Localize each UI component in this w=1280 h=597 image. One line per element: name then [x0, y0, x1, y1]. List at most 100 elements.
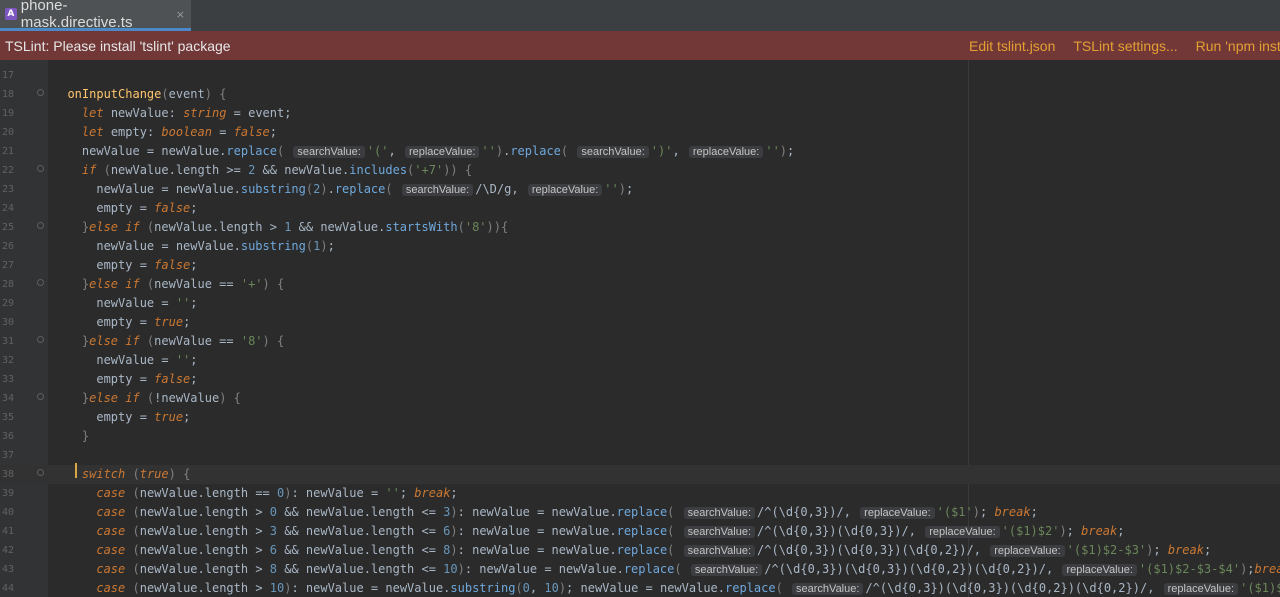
code-token: replace — [616, 505, 668, 519]
code-token: /^(\d{0,3})/ — [757, 505, 844, 519]
code-token: ; — [183, 315, 191, 329]
code-line[interactable]: 19 let newValue: string = event; — [0, 104, 1280, 123]
code-line[interactable]: 17 — [0, 66, 1280, 85]
code-token: ; — [1153, 543, 1168, 557]
code-text: empty = false; — [53, 370, 197, 389]
code-token: newValue.length > — [139, 581, 270, 595]
code-line[interactable]: 24 empty = false; — [0, 199, 1280, 218]
code-token: , — [1046, 562, 1061, 576]
code-line[interactable]: 27 empty = false; — [0, 256, 1280, 275]
code-token: empty = — [53, 258, 155, 272]
code-line[interactable]: 41 case (newValue.length > 3 && newValue… — [0, 522, 1280, 541]
code-token: ; — [625, 182, 634, 196]
line-number: 18 — [1, 89, 14, 100]
fold-marker-icon[interactable] — [37, 89, 44, 96]
code-token: ; — [1203, 543, 1212, 557]
code-token: false — [233, 125, 270, 139]
code-line[interactable]: 30 empty = true; — [0, 313, 1280, 332]
editor-tab-bar: A phone-mask.directive.ts × — [0, 0, 1280, 32]
code-line[interactable]: 23 newValue = newValue.substring(2).repl… — [0, 180, 1280, 199]
code-line[interactable]: 36 } — [0, 427, 1280, 446]
code-token: 0 — [522, 581, 530, 595]
code-token: '($1)$2-$3' — [1066, 543, 1147, 557]
code-token: = — [211, 125, 234, 139]
code-token: ( — [276, 144, 292, 158]
fold-marker-icon[interactable] — [37, 279, 44, 286]
code-token: } — [53, 391, 90, 405]
code-editor[interactable]: 17 18 onInputChange(event) {19 let newVal… — [0, 60, 1280, 597]
code-token: } — [53, 277, 90, 291]
code-line[interactable]: 22 if (newValue.length >= 2 && newValue.… — [0, 161, 1280, 180]
code-token: newValue.length >= — [110, 163, 249, 177]
code-line[interactable]: 26 newValue = newValue.substring(1); — [0, 237, 1280, 256]
code-token: ) — [320, 182, 328, 196]
code-text: }else if (newValue == '8') { — [53, 332, 284, 351]
code-token: ; — [1030, 505, 1038, 519]
code-line[interactable]: 33 empty = false; — [0, 370, 1280, 389]
fold-marker-icon[interactable] — [37, 469, 44, 476]
code-line[interactable]: 20 let empty: boolean = false; — [0, 123, 1280, 142]
code-token: true — [154, 315, 184, 329]
code-line[interactable]: 37 — [0, 446, 1280, 465]
code-line[interactable]: 34 }else if (!newValue) { — [0, 389, 1280, 408]
code-token: newValue == — [154, 277, 241, 291]
code-token: ; — [190, 353, 198, 367]
code-token: startsWith — [385, 220, 458, 234]
line-number: 35 — [1, 412, 14, 423]
tab-phone-mask-directive[interactable]: A phone-mask.directive.ts × — [0, 0, 191, 31]
code-token: ; — [269, 125, 278, 139]
code-token: '8' — [464, 220, 487, 234]
line-number: 41 — [1, 526, 14, 537]
code-token: '' — [765, 144, 780, 158]
code-line[interactable]: 31 }else if (newValue == '8') { — [0, 332, 1280, 351]
code-token: true — [139, 467, 169, 481]
fold-marker-icon[interactable] — [37, 165, 44, 172]
code-line[interactable]: 25 }else if (newValue.length > 1 && newV… — [0, 218, 1280, 237]
fold-marker-icon[interactable] — [37, 336, 44, 343]
code-token: ; — [1247, 562, 1255, 576]
code-line[interactable]: 29 newValue = ''; — [0, 294, 1280, 313]
code-line[interactable]: 21 newValue = newValue.replace( searchVa… — [0, 142, 1280, 161]
parameter-hint: replaceValue: — [925, 526, 1000, 538]
code-token: !newValue — [154, 391, 220, 405]
code-token: empty = — [53, 315, 155, 329]
edit-tslint-json-link[interactable]: Edit tslint.json — [969, 38, 1055, 54]
code-token: ) — [450, 524, 458, 538]
code-token: case — [96, 524, 126, 538]
code-token: newValue.length > — [139, 505, 270, 519]
code-line[interactable]: 44 case (newValue.length > 10): newValue… — [0, 579, 1280, 597]
close-icon[interactable]: × — [176, 8, 185, 21]
code-token: ( — [139, 220, 155, 234]
code-line[interactable]: 43 case (newValue.length > 8 && newValue… — [0, 560, 1280, 579]
code-line[interactable]: 38 switch (true) { — [0, 465, 1280, 484]
code-token: )) — [486, 220, 501, 234]
code-token: ) — [204, 87, 212, 101]
code-line[interactable]: 32 newValue = ''; — [0, 351, 1280, 370]
tslint-settings-link[interactable]: TSLint settings... — [1073, 38, 1177, 54]
code-token: : newValue = newValue. — [457, 543, 617, 557]
line-number: 42 — [1, 545, 14, 556]
code-token: ( — [515, 581, 523, 595]
code-token: else if — [89, 391, 140, 405]
notification-message: TSLint: Please install 'tslint' package — [5, 37, 231, 54]
code-token: ; — [1117, 524, 1125, 538]
code-line[interactable]: 42 case (newValue.length > 6 && newValue… — [0, 541, 1280, 560]
code-token: false — [154, 372, 191, 386]
line-number: 40 — [1, 507, 14, 518]
code-line[interactable]: 39 case (newValue.length == 0): newValue… — [0, 484, 1280, 503]
fold-marker-icon[interactable] — [37, 222, 44, 229]
code-line[interactable]: 18 onInputChange(event) { — [0, 85, 1280, 104]
code-token: newValue: — [103, 106, 184, 120]
code-line[interactable]: 40 case (newValue.length > 0 && newValue… — [0, 503, 1280, 522]
code-line[interactable]: 28 }else if (newValue == '+') { — [0, 275, 1280, 294]
code-token: ( — [560, 144, 576, 158]
fold-marker-icon[interactable] — [37, 393, 44, 400]
code-line[interactable]: 35 empty = true; — [0, 408, 1280, 427]
code-token: ) — [972, 505, 980, 519]
code-token: newValue.length > — [139, 543, 270, 557]
code-token: substring — [450, 581, 516, 595]
code-token: : newValue = newValue. — [457, 505, 617, 519]
code-token: ; — [190, 296, 198, 310]
run-npm-install-link[interactable]: Run 'npm inst — [1196, 38, 1280, 54]
